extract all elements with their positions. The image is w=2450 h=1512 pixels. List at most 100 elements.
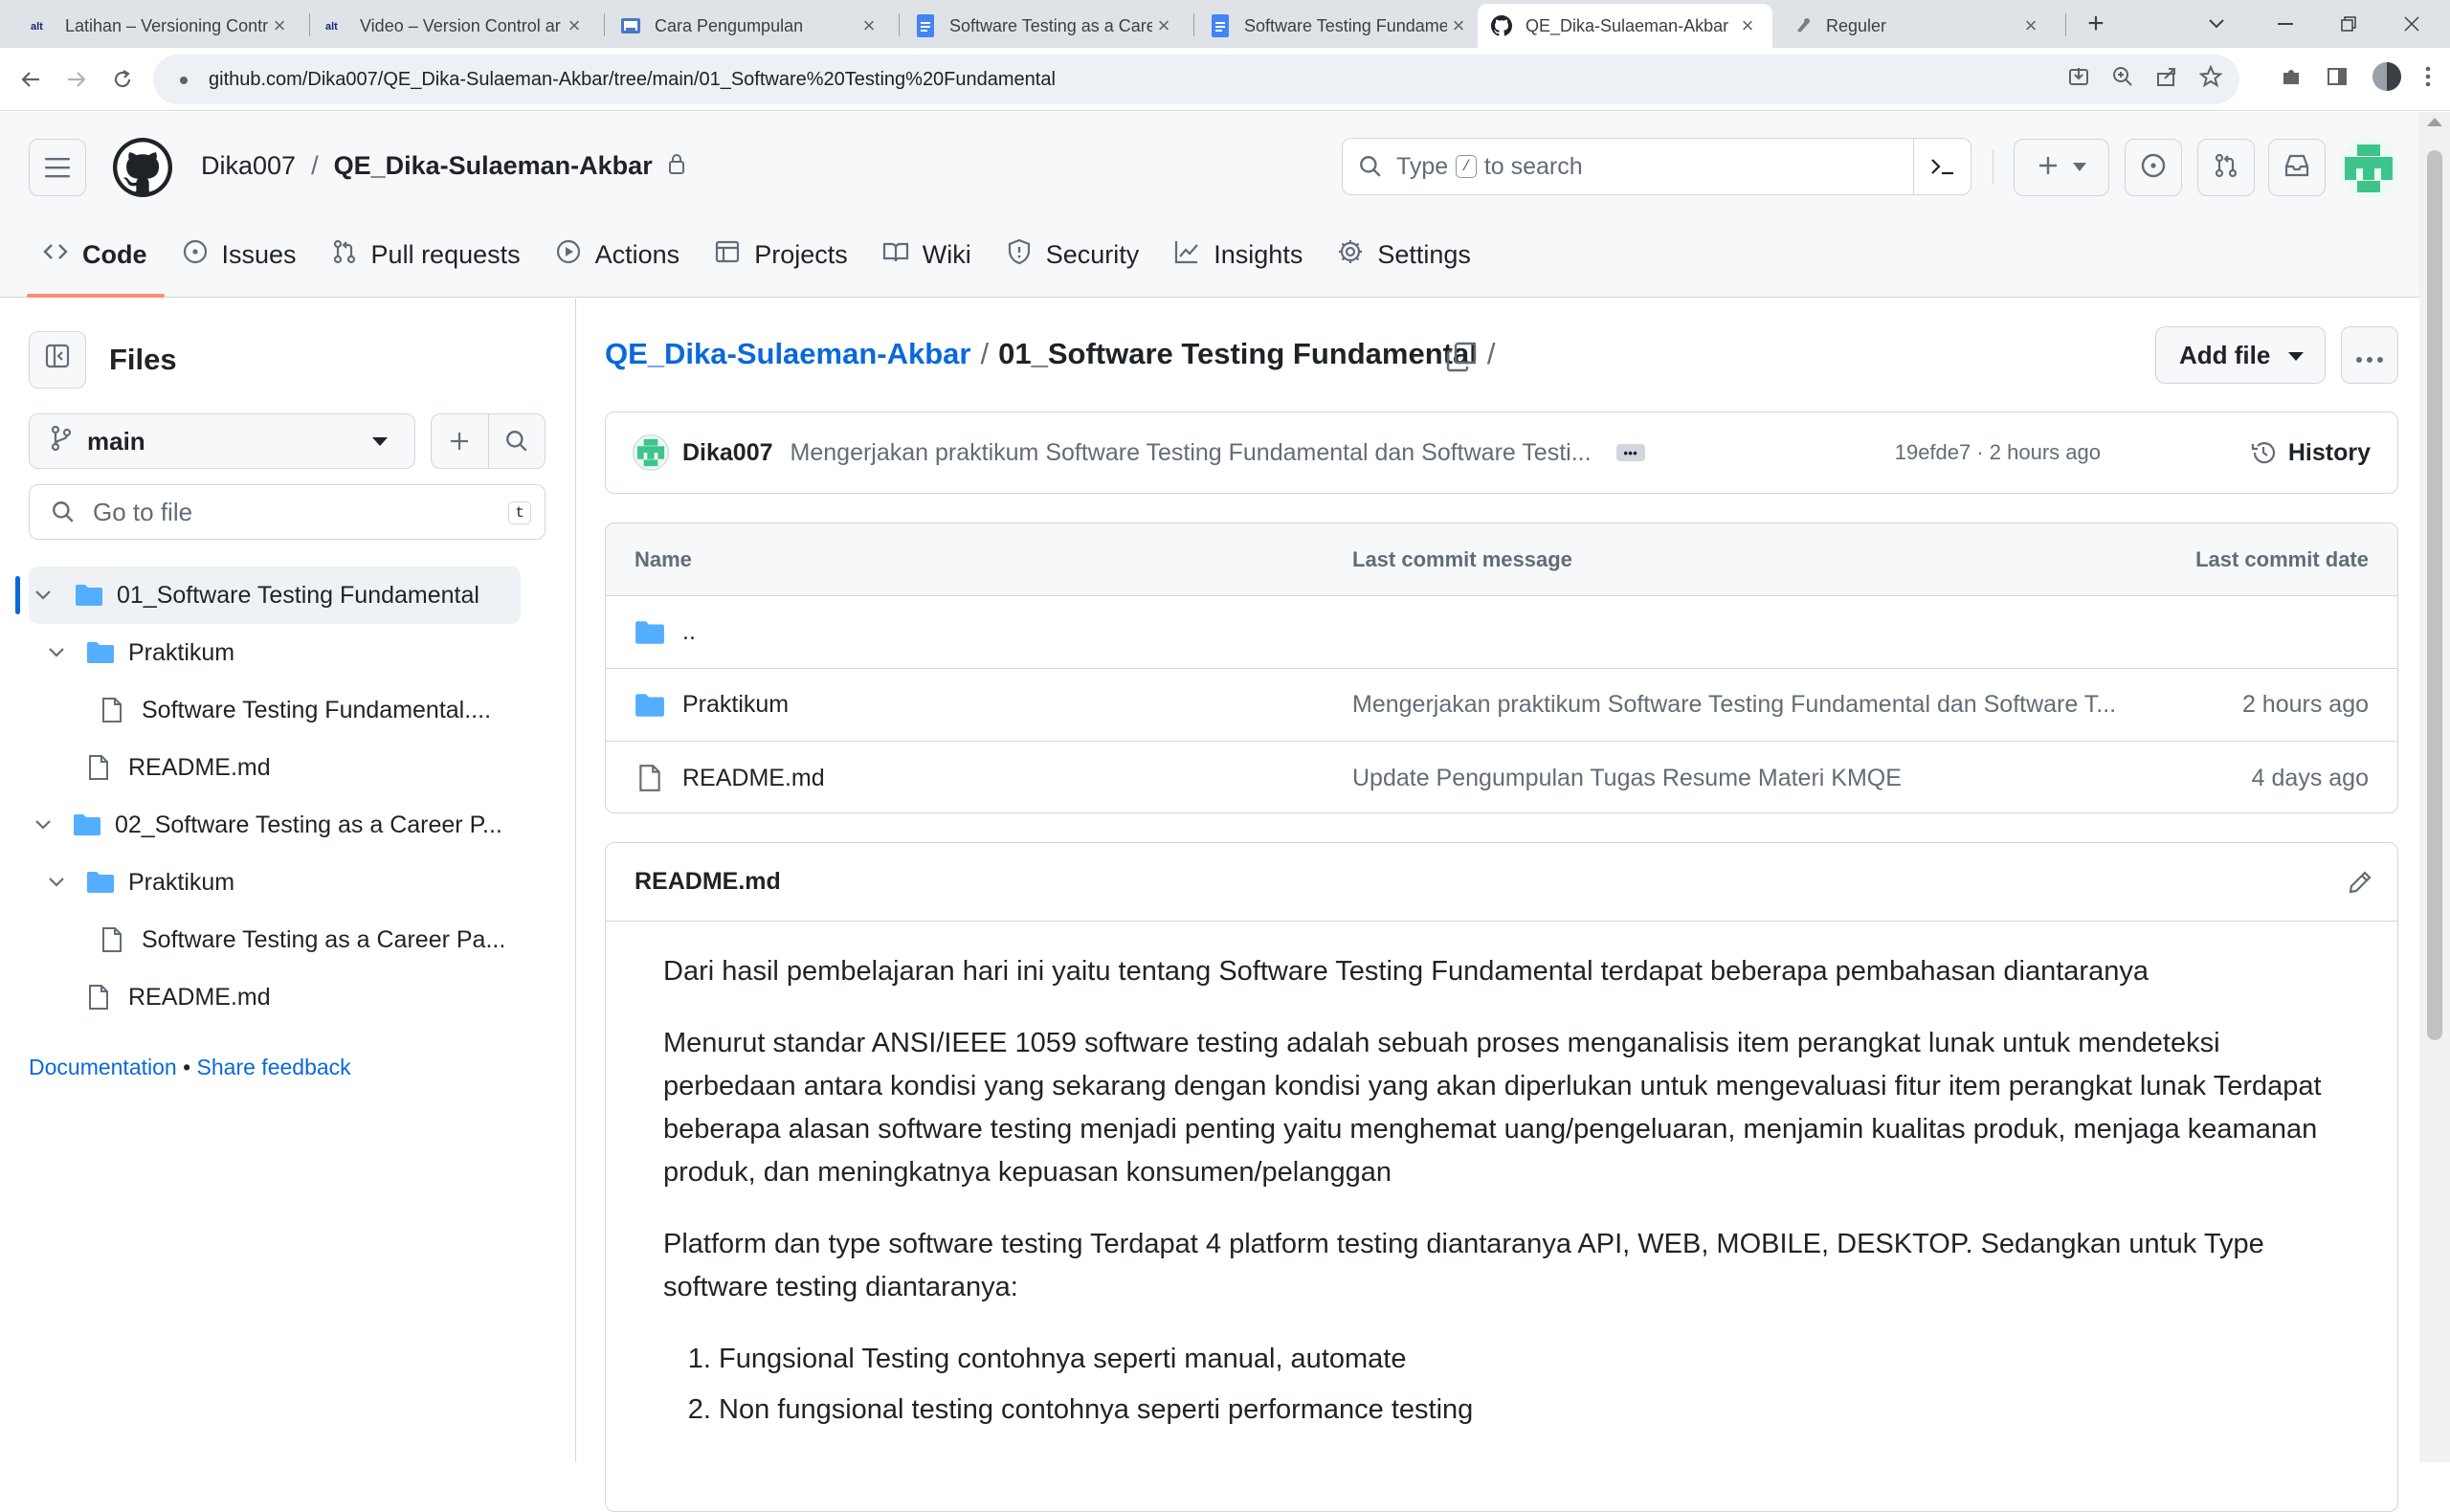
create-new-button[interactable] bbox=[2014, 139, 2109, 196]
page-scrollbar[interactable] bbox=[2419, 112, 2450, 1462]
install-icon[interactable] bbox=[2067, 65, 2090, 94]
copy-path-icon[interactable] bbox=[1445, 341, 1478, 373]
chevron-down-icon[interactable] bbox=[33, 820, 54, 830]
tab-security[interactable]: Security bbox=[989, 226, 1157, 283]
close-icon[interactable]: × bbox=[1447, 13, 1470, 38]
search-icon[interactable] bbox=[489, 414, 546, 468]
tree-item-file[interactable]: Software Testing as a Career Pa... bbox=[101, 911, 505, 968]
tab-search-icon[interactable] bbox=[2188, 0, 2245, 48]
tree-item-file[interactable]: Software Testing Fundamental.... bbox=[101, 681, 491, 739]
close-icon[interactable]: × bbox=[1736, 13, 1759, 38]
collapse-sidebar-button[interactable] bbox=[29, 331, 86, 389]
profile-avatar[interactable] bbox=[2372, 61, 2402, 98]
owner-link[interactable]: Dika007 bbox=[201, 151, 296, 181]
scrollbar-thumb[interactable] bbox=[2427, 150, 2442, 1040]
tree-item-folder[interactable]: Praktikum bbox=[46, 624, 234, 681]
close-icon[interactable]: × bbox=[858, 13, 880, 38]
github-logo-icon[interactable] bbox=[113, 138, 172, 197]
chevron-down-icon[interactable] bbox=[46, 648, 67, 657]
add-file-plus-icon[interactable] bbox=[432, 414, 489, 468]
commit-message-link[interactable]: Mengerjakan praktikum Software Testing F… bbox=[1352, 691, 2116, 719]
search-input[interactable]: Type / to search bbox=[1342, 138, 1971, 195]
tab-wiki[interactable]: Wiki bbox=[865, 226, 989, 283]
close-icon[interactable]: × bbox=[268, 13, 291, 38]
tree-item-folder[interactable]: 01_Software Testing Fundamental bbox=[29, 567, 521, 624]
user-avatar[interactable] bbox=[2339, 139, 2398, 198]
tree-item-folder[interactable]: 02_Software Testing as a Career P... bbox=[33, 796, 502, 854]
bookmark-star-icon[interactable] bbox=[2198, 64, 2223, 94]
chevron-down-icon[interactable] bbox=[46, 878, 67, 887]
repo-name-link[interactable]: QE_Dika-Sulaeman-Akbar bbox=[334, 151, 653, 181]
extensions-icon[interactable] bbox=[2280, 65, 2303, 94]
new-tab-button[interactable]: + bbox=[2067, 0, 2125, 48]
url-bar[interactable]: github.com/Dika007/QE_Dika-Sulaeman-Akba… bbox=[153, 55, 2239, 104]
parent-directory-row[interactable]: .. bbox=[606, 596, 2397, 669]
file-icon bbox=[101, 926, 122, 953]
browser-tab[interactable]: Software Testing as a Care × bbox=[902, 4, 1189, 48]
tab-settings[interactable]: Settings bbox=[1320, 226, 1488, 283]
browser-tab-title: QE_Dika-Sulaeman-Akbar bbox=[1526, 15, 1729, 35]
browser-tab-active[interactable]: QE_Dika-Sulaeman-Akbar × bbox=[1478, 4, 1772, 48]
more-options-button[interactable] bbox=[2341, 326, 2398, 384]
close-icon[interactable]: × bbox=[2019, 13, 2042, 38]
pencil-icon[interactable] bbox=[2346, 868, 2374, 897]
commit-message-link[interactable]: Update Pengumpulan Tugas Resume Materi K… bbox=[1352, 765, 1902, 792]
table-row[interactable]: Praktikum Mengerjakan praktikum Software… bbox=[606, 669, 2397, 742]
zoom-icon[interactable] bbox=[2111, 65, 2134, 94]
browser-tab[interactable]: alt Latihan – Versioning Contr × bbox=[17, 4, 304, 48]
add-file-button[interactable]: Add file bbox=[2155, 326, 2326, 384]
tree-item-folder[interactable]: Praktikum bbox=[46, 854, 234, 911]
tab-actions[interactable]: Actions bbox=[538, 226, 698, 283]
list-item: Non fungsional testing contohnya seperti… bbox=[719, 1389, 2340, 1432]
tab-pull-requests[interactable]: Pull requests bbox=[314, 226, 538, 283]
chrome-menu-icon[interactable] bbox=[2425, 65, 2431, 94]
tab-code[interactable]: Code bbox=[27, 226, 165, 298]
hamburger-menu-button[interactable] bbox=[29, 139, 86, 196]
readme-list: Fungsional Testing contohnya seperti man… bbox=[719, 1338, 2340, 1432]
forward-icon[interactable] bbox=[59, 62, 94, 97]
history-button[interactable]: History bbox=[2250, 439, 2371, 467]
close-window-icon[interactable] bbox=[2383, 0, 2440, 48]
reload-icon[interactable] bbox=[105, 62, 140, 97]
tab-projects[interactable]: Projects bbox=[697, 226, 865, 283]
branch-selector[interactable]: main bbox=[29, 413, 415, 469]
share-feedback-link[interactable]: Share feedback bbox=[197, 1055, 351, 1079]
tree-item-file[interactable]: README.md bbox=[88, 739, 271, 796]
close-icon[interactable]: × bbox=[1152, 13, 1175, 38]
column-header-date: Last commit date bbox=[2195, 546, 2369, 571]
documentation-link[interactable]: Documentation bbox=[29, 1055, 177, 1079]
go-to-file-input[interactable]: Go to file t bbox=[29, 484, 546, 540]
close-icon[interactable]: × bbox=[563, 13, 586, 38]
file-name-link[interactable]: Praktikum bbox=[682, 691, 789, 719]
pull-requests-button[interactable] bbox=[2197, 139, 2255, 196]
commit-hash-time[interactable]: 19efde7 · 2 hours ago bbox=[1895, 440, 2101, 465]
file-name-link[interactable]: README.md bbox=[682, 765, 825, 792]
issues-button[interactable] bbox=[2125, 139, 2182, 196]
command-palette-icon[interactable] bbox=[1913, 139, 1971, 194]
tune-icon[interactable] bbox=[176, 72, 191, 87]
sidepanel-icon[interactable] bbox=[2326, 65, 2349, 94]
restore-icon[interactable] bbox=[2320, 0, 2377, 48]
browser-tab[interactable]: Reguler × bbox=[1778, 4, 2056, 48]
browser-tab[interactable]: alt Video – Version Control ar × bbox=[312, 4, 599, 48]
commit-message-link[interactable]: Mengerjakan praktikum Software Testing F… bbox=[791, 439, 1592, 467]
chevron-down-icon[interactable] bbox=[33, 590, 54, 600]
parent-directory-link[interactable]: .. bbox=[682, 618, 696, 646]
back-icon[interactable] bbox=[13, 62, 48, 97]
browser-tab[interactable]: Cara Pengumpulan × bbox=[607, 4, 894, 48]
scroll-up-icon[interactable] bbox=[2427, 118, 2442, 126]
expand-commit-message-button[interactable]: ••• bbox=[1615, 444, 1645, 461]
tab-issues[interactable]: Issues bbox=[165, 226, 314, 283]
commit-author[interactable]: Dika007 bbox=[682, 439, 773, 467]
inbox-button[interactable] bbox=[2268, 139, 2326, 196]
browser-tab[interactable]: Software Testing Fundame × bbox=[1196, 4, 1483, 48]
tab-insights[interactable]: Insights bbox=[1156, 226, 1320, 283]
tree-item-label: 02_Software Testing as a Career P... bbox=[115, 811, 502, 838]
table-row[interactable]: README.md Update Pengumpulan Tugas Resum… bbox=[606, 742, 2397, 812]
tree-item-file[interactable]: README.md bbox=[88, 968, 271, 1026]
share-icon[interactable] bbox=[2155, 65, 2178, 94]
commit-author-avatar[interactable] bbox=[633, 434, 669, 471]
breadcrumb-repo-link[interactable]: QE_Dika-Sulaeman-Akbar bbox=[605, 337, 970, 371]
add-file-label: Add file bbox=[2179, 340, 2271, 369]
minimize-icon[interactable] bbox=[2257, 0, 2314, 48]
